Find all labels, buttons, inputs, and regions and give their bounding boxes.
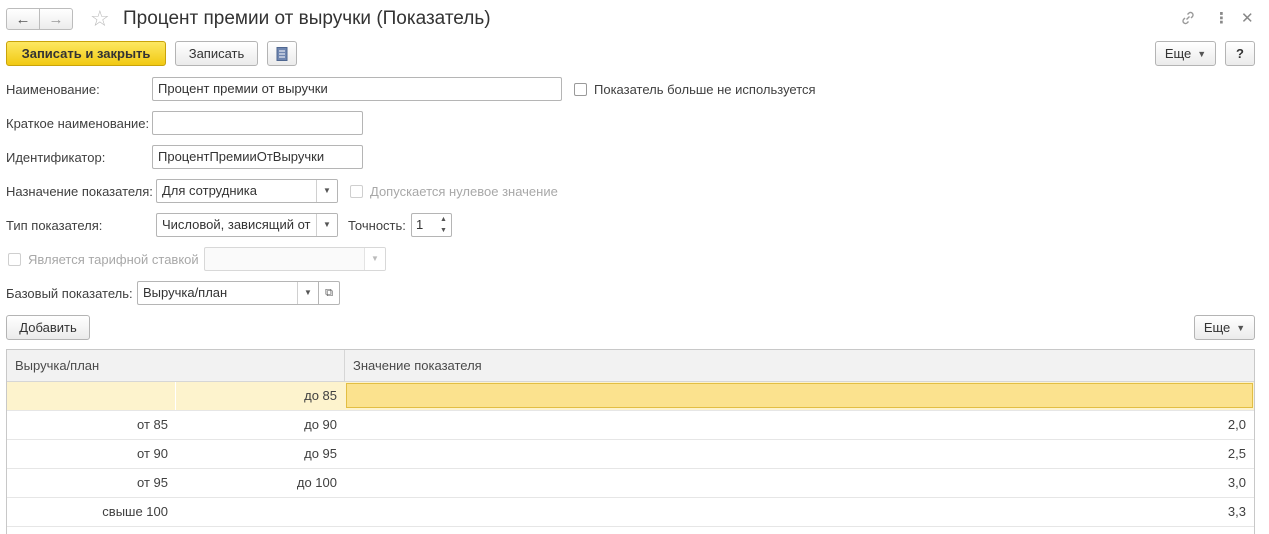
cell-value[interactable]: 2,0 [345, 411, 1254, 439]
purpose-select[interactable]: Для сотрудника ▼ [156, 179, 338, 203]
close-icon[interactable]: ✕ [1241, 10, 1254, 28]
short-name-label: Краткое наименование: [6, 116, 150, 131]
type-select[interactable]: Числовой, зависящий от ▼ [156, 213, 338, 237]
identifier-field[interactable]: ПроцентПремииОтВыручки [152, 145, 363, 169]
chevron-down-icon[interactable]: ▼ [316, 180, 337, 202]
scale-table[interactable]: Выручка/план Значение показателя до 85 о… [6, 349, 1255, 534]
caret-down-icon: ▼ [1197, 48, 1207, 59]
cell-from[interactable] [7, 382, 176, 410]
table-row[interactable]: свыше 100 3,3 [7, 498, 1254, 527]
cell-to[interactable]: до 95 [176, 440, 345, 468]
cell-value[interactable]: 3,0 [345, 469, 1254, 497]
name-label: Наименование: [6, 82, 100, 97]
save-button[interactable]: Записать [175, 41, 258, 66]
column-header-indicator-value[interactable]: Значение показателя [345, 350, 1254, 381]
report-button[interactable] [267, 41, 297, 66]
short-name-field[interactable] [152, 111, 363, 135]
chevron-down-icon[interactable]: ▼ [316, 214, 337, 236]
arrow-down-icon[interactable]: ▼ [440, 227, 447, 234]
more-vertical-icon[interactable]: ⋮ [1214, 10, 1229, 28]
table-more-button[interactable]: Еще ▼ [1194, 315, 1255, 340]
cell-from[interactable]: от 90 [7, 440, 176, 468]
more-menu-button[interactable]: Еще ▼ [1155, 41, 1216, 66]
tariff-select[interactable]: ▼ [204, 247, 386, 271]
cell-to[interactable]: до 90 [176, 411, 345, 439]
table-row[interactable]: от 90 до 95 2,5 [7, 440, 1254, 469]
precision-field[interactable]: 1 [411, 213, 437, 237]
not-used-checkbox[interactable] [574, 83, 587, 96]
save-and-close-button[interactable]: Записать и закрыть [6, 41, 166, 66]
zero-allowed-label: Допускается нулевое значение [370, 184, 558, 199]
arrow-up-icon[interactable]: ▲ [440, 216, 447, 223]
arrow-left-icon: ← [15, 10, 31, 28]
open-icon[interactable]: ⧉ [318, 281, 340, 305]
cell-from[interactable]: от 85 [7, 411, 176, 439]
cell-to[interactable]: до 85 [176, 382, 345, 410]
precision-stepper[interactable]: ▲ ▼ [436, 213, 452, 237]
back-button[interactable]: ← [6, 8, 40, 30]
precision-label: Точность: [348, 218, 406, 233]
cell-from[interactable]: свыше 100 [7, 498, 176, 526]
star-icon[interactable]: ☆ [90, 6, 110, 32]
cell-value[interactable]: 3,3 [345, 498, 1254, 526]
name-field[interactable]: Процент премии от выручки [152, 77, 562, 101]
tariff-checkbox[interactable] [8, 253, 21, 266]
table-row[interactable]: до 85 [7, 382, 1254, 411]
cell-to[interactable]: до 100 [176, 469, 345, 497]
document-icon [276, 46, 288, 61]
zero-allowed-checkbox[interactable] [350, 185, 363, 198]
table-header: Выручка/план Значение показателя [7, 350, 1254, 382]
window-title: Процент премии от выручки (Показатель) [123, 8, 491, 29]
not-used-label: Показатель больше не используется [594, 82, 816, 97]
caret-down-icon: ▼ [1236, 322, 1246, 333]
chevron-down-icon[interactable]: ▼ [364, 248, 385, 270]
forward-button[interactable]: → [39, 8, 73, 30]
add-button[interactable]: Добавить [6, 315, 90, 340]
table-row[interactable]: от 95 до 100 3,0 [7, 469, 1254, 498]
base-indicator-label: Базовый показатель: [6, 286, 133, 301]
cell-value[interactable]: 2,5 [345, 440, 1254, 468]
chevron-down-icon[interactable]: ▼ [297, 282, 318, 304]
identifier-label: Идентификатор: [6, 150, 106, 165]
cell-to[interactable] [176, 498, 345, 526]
cell-value-active[interactable] [346, 383, 1253, 408]
cell-from[interactable]: от 95 [7, 469, 176, 497]
base-indicator-select[interactable]: Выручка/план ▼ [137, 281, 319, 305]
help-button[interactable]: ? [1225, 41, 1255, 66]
purpose-label: Назначение показателя: [6, 184, 153, 199]
arrow-right-icon: → [48, 10, 64, 28]
link-icon[interactable] [1180, 10, 1196, 31]
column-header-revenue-plan[interactable]: Выручка/план [7, 350, 344, 381]
tariff-label: Является тарифной ставкой [28, 252, 199, 267]
type-label: Тип показателя: [6, 218, 103, 233]
table-row[interactable]: от 85 до 90 2,0 [7, 411, 1254, 440]
